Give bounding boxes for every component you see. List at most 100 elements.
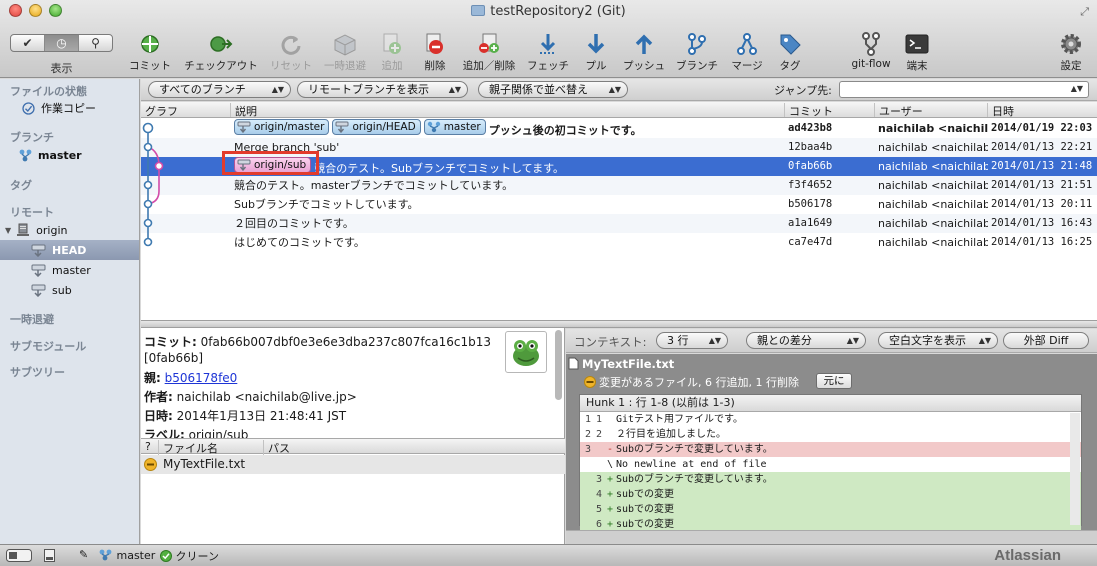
view-mode-segmented-control[interactable]: ✔ ◷ ⚲ — [10, 34, 113, 52]
commit-history-table: グラフ 説明 コミット ユーザー 日時 origin/master origin/… — [141, 102, 1097, 320]
diff-line[interactable]: 5 + subでの変更 — [580, 502, 1081, 517]
tag-label: master — [443, 121, 481, 133]
submodules-heading[interactable]: サブモジュール — [10, 338, 86, 354]
diff-line[interactable]: 2 2 ２行目を追加しました。 — [580, 427, 1081, 442]
bottom-pane-toggle-icon[interactable] — [44, 549, 55, 565]
toolbar-reset-button[interactable]: リセット — [261, 30, 321, 74]
hunk-header: Hunk 1 : 行 1-8 (以前は 1-3) — [580, 395, 1081, 412]
table-header: グラフ 説明 コミット ユーザー 日時 — [141, 102, 1097, 118]
toolbar-remove-button[interactable]: 削除 — [405, 30, 465, 74]
commit-row[interactable]: はじめてのコミットです。 ca7e47d naichilab <naichilab@… — [141, 233, 1097, 252]
toolbar-button-label: 削除 — [424, 60, 446, 72]
diff-line[interactable]: \ No newline at end of file — [580, 457, 1081, 472]
remote-branch-label-tag[interactable]: origin/HEAD — [332, 119, 421, 135]
commit-author: naichilab <naichilab@live.jp> — [878, 217, 988, 230]
toolbar-commit-button[interactable]: コミット — [120, 30, 180, 74]
external-diff-button[interactable]: 外部 Diff — [1003, 332, 1089, 349]
branch-filter-popup[interactable]: すべてのブランチ ▲▼ — [148, 81, 291, 98]
hunk-scrollbar[interactable] — [1070, 413, 1080, 525]
file-list-item[interactable]: MyTextFile.txt — [141, 455, 565, 474]
file-status-heading[interactable]: ファイルの状態 — [10, 83, 87, 99]
jump-to-combobox[interactable] — [839, 81, 1089, 98]
column-header-commit[interactable]: コミット — [784, 103, 874, 118]
tags-heading[interactable]: タグ — [10, 177, 32, 193]
column-header-user[interactable]: ユーザー — [874, 103, 987, 118]
pane-splitter[interactable] — [141, 320, 1097, 328]
sidebar-item-remote-master[interactable]: master — [0, 260, 139, 280]
column-header-description[interactable]: 説明 — [230, 103, 783, 118]
diff-line[interactable]: 1 1 Gitテスト用ファイルです。 — [580, 412, 1081, 427]
diff-line[interactable]: 4 + subでの変更 — [580, 487, 1081, 502]
column-header-graph[interactable]: グラフ — [141, 103, 233, 118]
toolbar-push-button[interactable]: プッシュ — [614, 30, 674, 74]
highlight-annotation-box — [222, 151, 319, 175]
sort-order-popup[interactable]: 親子関係で並べ替え ▲▼ — [478, 81, 628, 98]
popup-label: リモートブランチを表示 — [308, 83, 429, 96]
sidebar-toggle-icon[interactable] — [6, 549, 32, 565]
sidebar-item-working-copy[interactable]: 作業コピー — [0, 98, 139, 118]
toolbar-checkout-button[interactable]: チェックアウト — [184, 30, 258, 74]
commit-message: ２回目のコミットです。 — [234, 217, 354, 230]
sidebar-item-remote-sub[interactable]: sub — [0, 280, 139, 300]
subtrees-heading[interactable]: サブツリー — [10, 364, 65, 380]
column-header-path[interactable]: パス — [263, 440, 290, 456]
toolbar-add-remove-button[interactable]: 追加／削除 — [459, 30, 519, 74]
commit-row[interactable]: 競合のテスト。masterブランチでコミットしています。 f3f4652 naich… — [141, 176, 1097, 195]
commit-row[interactable]: origin/master origin/HEAD master プッシュ後の初コミッ… — [141, 119, 1097, 138]
commit-description: 競合のテスト。masterブランチでコミットしています。 — [234, 176, 779, 195]
column-header-filename[interactable]: ファイル名 — [158, 440, 218, 456]
toolbar-tag-button[interactable]: タグ — [760, 30, 820, 74]
remotes-heading[interactable]: リモート — [10, 204, 54, 220]
commit-date: 2014/01/13 22:21 — [991, 141, 1093, 153]
context-lines-popup[interactable]: 3 行 ▲▼ — [656, 332, 728, 349]
sidebar-item-origin[interactable]: ▼ origin — [0, 220, 139, 240]
branch-icon — [17, 148, 33, 162]
details-scrollbar[interactable] — [555, 330, 562, 400]
author-value: naichilab <naichilab@live.jp> — [176, 390, 357, 404]
toolbar-button-label: マージ — [731, 60, 763, 72]
diff-sign: + — [606, 474, 614, 485]
whitespace-popup[interactable]: 空白文字を表示 ▲▼ — [878, 332, 998, 349]
remote-branches-popup[interactable]: リモートブランチを表示 ▲▼ — [297, 81, 468, 98]
date-line: 日時: 2014年1月13日 21:48:41 JST — [144, 407, 346, 424]
commit-row[interactable]: Subブランチでコミットしています。 b506178 naichilab <naic… — [141, 195, 1097, 214]
remote-branch-label-tag[interactable]: origin/master — [234, 119, 330, 135]
revert-button[interactable]: 元に — [816, 373, 852, 389]
checkmark-icon: ✔ — [22, 36, 33, 50]
column-header-date[interactable]: 日時 — [987, 103, 1097, 118]
popup-arrows-icon: ▲▼ — [271, 85, 284, 94]
file-status-view-button[interactable]: ✔ — [11, 35, 45, 51]
combobox-arrows-icon[interactable]: ▲▼ — [1071, 84, 1083, 93]
add-remove-icon — [476, 30, 502, 58]
stashes-heading[interactable]: 一時退避 — [10, 311, 54, 327]
tag-icon — [777, 30, 803, 58]
toolbar-button-label: チェックアウト — [184, 60, 258, 72]
disclosure-triangle-icon[interactable]: ▼ — [5, 226, 11, 235]
commit-message: プッシュ後の初コミットです。 — [488, 124, 642, 137]
branch-icon — [427, 121, 441, 133]
edit-icon[interactable]: ✎ — [79, 548, 88, 561]
fullscreen-icon[interactable]: ⤢ — [1080, 5, 1089, 19]
toolbar-settings-gear-button[interactable]: 設定 — [1041, 30, 1097, 74]
view-label: 表示 — [50, 62, 73, 75]
diff-line[interactable]: 3 + Subのブランチで変更しています。 — [580, 472, 1081, 487]
diff-line-text: Gitテスト用ファイルです。 — [616, 414, 744, 425]
add-icon — [379, 30, 405, 58]
toolbar-button-label: プッシュ — [623, 60, 665, 72]
branches-heading[interactable]: ブランチ — [10, 129, 54, 145]
diff-horizontal-scrollbar[interactable] — [566, 530, 1097, 544]
current-branch-indicator: master — [98, 548, 155, 562]
diff-line[interactable]: 3 - Subのブランチで変更しています。 — [580, 442, 1081, 457]
column-header-status[interactable]: ? — [141, 440, 151, 453]
sidebar-item-remote-head[interactable]: HEAD — [0, 240, 139, 260]
log-view-button[interactable]: ◷ — [45, 35, 79, 51]
branch-label-tag[interactable]: master — [423, 119, 486, 135]
working-copy-state: クリーン — [160, 548, 219, 564]
commit-row[interactable]: ２回目のコミットです。 a1a1649 naichilab <naichilab@l… — [141, 214, 1097, 233]
sidebar-item-branch-master[interactable]: master — [0, 145, 139, 165]
parent-commit-link[interactable]: b506178fe0 — [165, 371, 238, 385]
search-view-button[interactable]: ⚲ — [79, 35, 112, 51]
toolbar-terminal-button[interactable]: 端末 — [887, 30, 947, 74]
remote-branch-icon — [237, 121, 251, 133]
diff-parent-popup[interactable]: 親との差分 ▲▼ — [746, 332, 866, 349]
